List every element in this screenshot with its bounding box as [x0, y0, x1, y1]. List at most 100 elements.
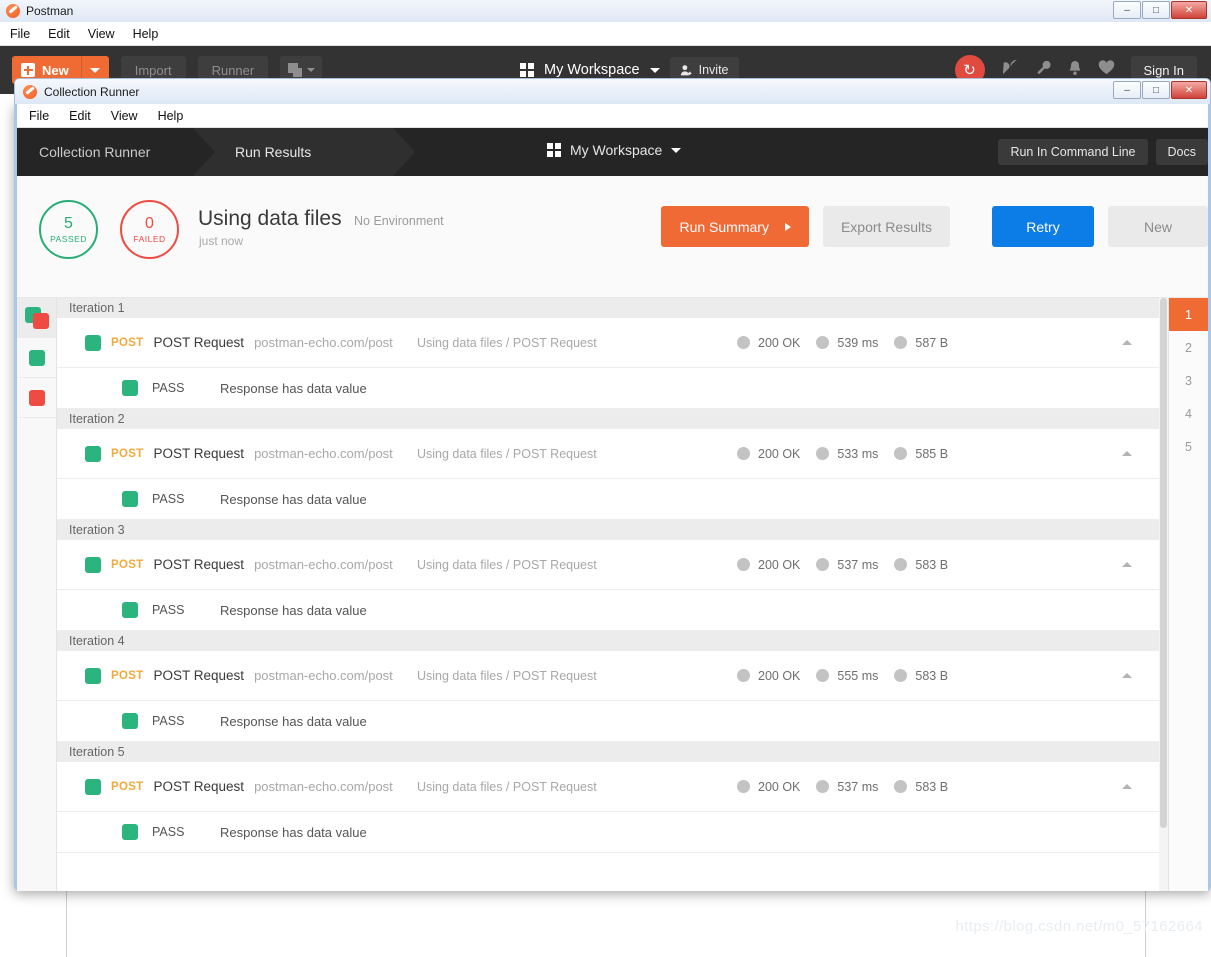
test-result-row: PASS Response has data value [57, 701, 1168, 742]
iteration-header: Iteration 5 [57, 742, 1168, 762]
test-result-row: PASS Response has data value [57, 590, 1168, 631]
response-size: 585 B [915, 446, 949, 461]
grid-icon [520, 63, 534, 77]
postman-logo-icon [6, 4, 20, 18]
response-size: 583 B [915, 557, 949, 572]
postman-window-title: Postman [26, 4, 74, 18]
status-dot-icon [737, 336, 750, 349]
iteration-header: Iteration 2 [57, 409, 1168, 429]
request-name: POST Request [153, 779, 245, 794]
workspace-label: My Workspace [544, 62, 640, 78]
test-result-row: PASS Response has data value [57, 479, 1168, 520]
export-results-button[interactable]: Export Results [822, 206, 950, 247]
request-result-row[interactable]: POST POST Request postman-echo.com/post Usi… [57, 762, 1168, 812]
request-stats: 200 OK 537 ms 583 B [737, 780, 956, 794]
crumb-arrow-2 [393, 128, 415, 176]
results-scrollbar[interactable] [1159, 298, 1168, 891]
runner-maximize-button[interactable]: □ [1142, 81, 1170, 99]
request-result-row[interactable]: POST POST Request postman-echo.com/post Usi… [57, 540, 1168, 590]
request-name: POST Request [153, 668, 245, 683]
grid-icon [547, 143, 561, 157]
request-status-square-icon [85, 556, 101, 573]
request-status-square-icon [85, 445, 101, 462]
runner-minimize-button[interactable]: – [1113, 81, 1141, 99]
run-summary-label: Run Summary [679, 218, 769, 235]
chevron-down-icon [649, 67, 660, 73]
runner-menu-view[interactable]: View [111, 109, 138, 123]
iteration-rail-item[interactable]: 1 [1169, 298, 1208, 331]
chevron-up-icon[interactable] [1122, 784, 1132, 789]
green-red-squares-icon [24, 306, 49, 329]
runner-close-button[interactable]: ✕ [1171, 81, 1207, 99]
request-result-row[interactable]: POST POST Request postman-echo.com/post Usi… [57, 318, 1168, 368]
failed-label: FAILED [133, 233, 166, 244]
size-dot-icon [894, 669, 908, 682]
new-window-stack-icon [287, 63, 303, 77]
chevron-up-icon[interactable] [1122, 562, 1132, 567]
run-in-command-line-button[interactable]: Run In Command Line [998, 139, 1148, 165]
plus-icon [21, 63, 35, 77]
request-url: postman-echo.com/post [254, 446, 393, 461]
iteration-rail-item[interactable]: 5 [1169, 430, 1208, 463]
iteration-rail-item[interactable]: 3 [1169, 364, 1208, 397]
runner-workspace-selector[interactable]: My Workspace [547, 142, 682, 158]
chevron-up-icon[interactable] [1122, 673, 1132, 678]
retry-button[interactable]: Retry [992, 206, 1094, 247]
response-time: 533 ms [837, 446, 879, 461]
runner-menu-edit[interactable]: Edit [69, 109, 91, 123]
heart-icon[interactable] [1098, 60, 1115, 80]
runner-top-actions: Run In Command Line Docs [998, 139, 1208, 165]
scrollbar-thumb[interactable] [1160, 298, 1167, 828]
run-summary-button[interactable]: Run Summary [661, 206, 809, 247]
response-time: 539 ms [837, 335, 879, 350]
chevron-up-icon[interactable] [1122, 340, 1132, 345]
failed-count: 0 [145, 214, 154, 232]
chevron-down-icon [90, 67, 101, 73]
status-code: 200 OK [758, 557, 801, 572]
time-dot-icon [816, 669, 830, 682]
response-time: 555 ms [837, 668, 879, 683]
iteration-rail-item[interactable]: 4 [1169, 397, 1208, 430]
runner-workspace-label: My Workspace [570, 142, 663, 158]
tab-collection-runner[interactable]: Collection Runner [17, 128, 213, 176]
chevron-up-icon[interactable] [1122, 451, 1132, 456]
request-url: postman-echo.com/post [254, 557, 393, 572]
run-timestamp: just now [199, 234, 244, 248]
status-dot-icon [737, 558, 750, 571]
close-button[interactable]: ✕ [1171, 1, 1207, 19]
menu-help[interactable]: Help [133, 27, 159, 41]
filter-failed-button[interactable] [17, 378, 56, 418]
request-url: postman-echo.com/post [254, 335, 393, 350]
runner-menu-file[interactable]: File [29, 109, 49, 123]
red-square-icon [28, 389, 45, 406]
minimize-button[interactable]: – [1113, 1, 1141, 19]
runner-menu-help[interactable]: Help [158, 109, 184, 123]
filter-passed-button[interactable] [17, 338, 56, 378]
tab-collection-runner-label: Collection Runner [39, 144, 151, 160]
request-path: Using data files / POST Request [417, 446, 597, 461]
request-path: Using data files / POST Request [417, 668, 597, 683]
run-title: Using data files [198, 207, 342, 230]
user-plus-icon [680, 64, 691, 75]
status-code: 200 OK [758, 335, 801, 350]
screen-root: Postman – □ ✕ File Edit View Help New Im… [0, 0, 1211, 957]
request-result-row[interactable]: POST POST Request postman-echo.com/post Usi… [57, 651, 1168, 701]
docs-button[interactable]: Docs [1155, 139, 1208, 165]
result-filter-rail [17, 298, 57, 891]
menu-view[interactable]: View [88, 27, 115, 41]
invite-label: Invite [698, 63, 729, 77]
menu-edit[interactable]: Edit [48, 27, 70, 41]
request-result-row[interactable]: POST POST Request postman-echo.com/post Usi… [57, 429, 1168, 479]
maximize-button[interactable]: □ [1142, 1, 1170, 19]
new-run-button[interactable]: New [1108, 206, 1208, 247]
iteration-rail-item[interactable]: 2 [1169, 331, 1208, 364]
tab-run-results[interactable]: Run Results [193, 128, 393, 176]
postman-titlebar: Postman – □ ✕ [0, 0, 1211, 22]
menu-file[interactable]: File [10, 27, 30, 41]
iteration-header: Iteration 1 [57, 298, 1168, 318]
test-status-square-icon [122, 824, 138, 840]
request-path: Using data files / POST Request [417, 557, 597, 572]
watermark-text: https://blog.csdn.net/m0_57162664 [955, 918, 1203, 935]
runner-window-buttons: – □ ✕ [1113, 81, 1207, 99]
filter-all-button[interactable] [17, 298, 56, 338]
